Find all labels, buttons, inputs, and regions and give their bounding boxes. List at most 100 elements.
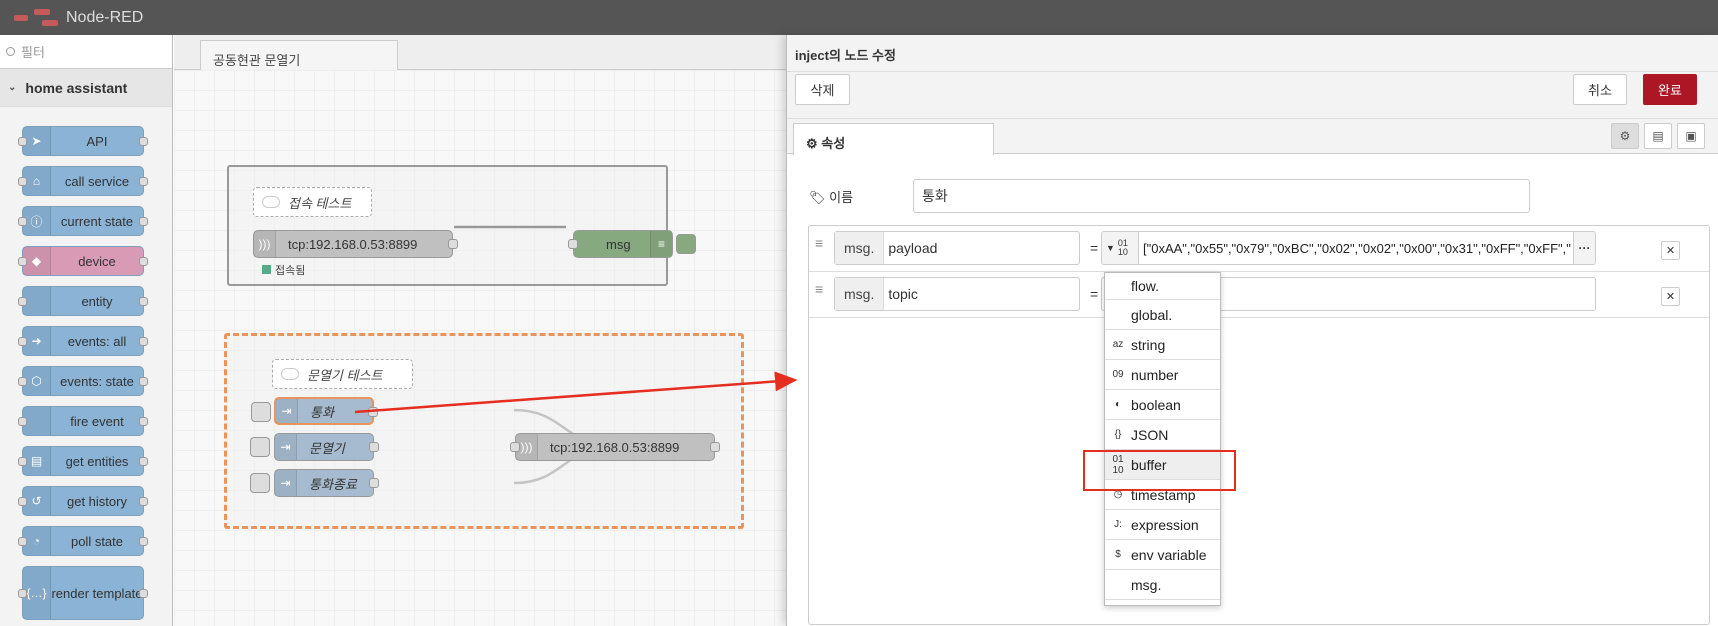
output-port[interactable] [369,442,379,452]
type-option-string[interactable]: az string [1105,330,1220,360]
comment-node[interactable]: 문열기 테스트 [272,359,413,389]
property-key-input[interactable]: msg. topic [834,277,1080,311]
tray-tabs: ⚙ 속성 ⚙ ▤ ▣ [787,119,1718,155]
palette-node-events-state[interactable]: ⬡ events: state [18,366,148,396]
input-port[interactable] [18,137,27,146]
property-key-input[interactable]: msg. payload [834,231,1080,265]
remove-property-button[interactable]: ✕ [1661,241,1680,260]
tab-properties[interactable]: ⚙ 속성 [793,123,994,155]
name-input[interactable]: 통화 [913,179,1530,213]
description-doc-icon[interactable]: ▤ [1644,123,1672,149]
property-value-input[interactable]: ▼ 01 10 ["0xAA","0x55","0x79","0xBC","0x0… [1101,231,1596,265]
output-port[interactable] [139,497,148,506]
appearance-frame-icon[interactable]: ▣ [1677,123,1705,149]
type-option-boolean[interactable]: ◐ boolean [1105,390,1220,420]
type-option-env-variable[interactable]: $ env variable [1105,540,1220,570]
drag-handle-icon[interactable]: ≡ [815,282,827,296]
palette-node-get-entities[interactable]: ▤ get entities [18,446,148,476]
cancel-button[interactable]: 취소 [1573,74,1627,105]
palette-node-device[interactable]: ◆ device [18,246,148,276]
palette-node-current-state[interactable]: ⓘ current state [18,206,148,236]
tag-icon: 🏷 [809,190,826,205]
remove-property-button[interactable]: ✕ [1661,287,1680,306]
inject-button[interactable] [250,437,270,457]
expand-editor-button[interactable]: ··· [1573,232,1595,264]
type-icon: $ [1115,549,1121,560]
type-option-number[interactable]: 09 number [1105,360,1220,390]
output-port[interactable] [710,442,720,452]
output-port[interactable] [139,217,148,226]
input-port[interactable] [18,457,27,466]
caret-down-icon: ▼ [1106,243,1115,253]
output-port[interactable] [139,337,148,346]
buffer-type-icon: 01 10 [1117,238,1128,257]
input-port[interactable] [510,442,520,452]
tcp-out-node[interactable]: ))) tcp:192.168.0.53:8899 [510,433,720,461]
output-port[interactable] [139,257,148,266]
name-label: 🏷 이름 [809,190,854,205]
palette-category-header[interactable]: ⌄ home assistant [0,69,172,107]
done-button[interactable]: 완료 [1643,74,1697,105]
antenna-icon [23,407,51,435]
input-port[interactable] [18,537,27,546]
output-port[interactable] [369,478,379,488]
palette-node-fire-event[interactable]: fire event [18,406,148,436]
palette-node-call-service[interactable]: ⌂ call service [18,166,148,196]
input-port[interactable] [18,377,27,386]
inject-button[interactable] [250,473,270,493]
output-port[interactable] [139,457,148,466]
output-port[interactable] [139,589,148,598]
type-option-global[interactable]: global. [1105,300,1220,330]
palette-node-render-template[interactable]: {…} render template [18,566,148,620]
settings-gear-icon[interactable]: ⚙ [1611,123,1639,149]
palette-node-get-history[interactable]: ↺ get history [18,486,148,516]
output-port[interactable] [139,377,148,386]
type-dropdown-menu: flow. global. az string 09 number ◐ boolean{} JS… [1104,272,1221,606]
type-icon: J: [1114,519,1122,530]
output-port[interactable] [368,407,378,417]
input-port[interactable] [18,337,27,346]
type-option-expression[interactable]: J: expression [1105,510,1220,540]
history-icon: ↺ [23,487,51,515]
type-option-msg[interactable]: msg. [1105,570,1220,600]
output-port[interactable] [139,297,148,306]
workspace-canvas[interactable]: 접속 테스트 ))) tcp:192.168.0.53:8899 접속됨 msg… [174,70,786,626]
input-port[interactable] [18,217,27,226]
input-port[interactable] [18,177,27,186]
inject-node-end-call[interactable]: ⇥ 통화종료 [250,469,379,497]
tab-flow[interactable]: 공동현관 문열기 [200,40,398,71]
edit-tray: inject의 노드 수정 삭제 취소 완료 ⚙ 속성 ⚙ ▤ ▣ 🏷 이름 통… [786,35,1718,626]
inject-button[interactable] [251,402,271,422]
gear-icon: ⚙ [806,136,818,151]
hexagon-icon: ⬡ [23,367,51,395]
input-port[interactable] [18,497,27,506]
node-palette: 필터 ⌄ home assistant ➤ API ⌂ call service ⓘ cu… [0,35,173,626]
type-option-flow[interactable]: flow. [1105,273,1220,300]
palette-filter-input[interactable]: 필터 [0,35,172,69]
annotation-highlight-box [1083,450,1236,491]
type-icon: {} [1114,429,1122,440]
send-icon: ➤ [23,127,51,155]
palette-node-entity[interactable]: entity [18,286,148,316]
type-selector-button[interactable]: ▼ 01 10 [1102,232,1139,264]
output-port[interactable] [139,417,148,426]
input-port[interactable] [18,257,27,266]
input-port[interactable] [18,589,27,598]
type-option-json[interactable]: {} JSON [1105,420,1220,450]
palette-node-poll-state[interactable]: ◔ poll state [18,526,148,556]
inject-node-call[interactable]: ⇥ 통화 [251,397,378,425]
delete-button[interactable]: 삭제 [795,74,850,105]
workspace-tabbar: 공동현관 문열기 [174,35,786,71]
drag-handle-icon[interactable]: ≡ [815,236,827,250]
palette-node-events-all[interactable]: ➜ events: all [18,326,148,356]
inject-node-open-door[interactable]: ⇥ 문열기 [250,433,379,461]
input-port[interactable] [18,297,27,306]
palette-node-api[interactable]: ➤ API [18,126,148,156]
output-port[interactable] [139,137,148,146]
output-port[interactable] [139,537,148,546]
input-port[interactable] [18,417,27,426]
property-row: ≡ msg. payload = ▼ 01 10 ["0xAA","0x55","… [809,226,1709,272]
router-icon: ⌂ [23,167,51,195]
type-icon: az [1112,339,1124,350]
output-port[interactable] [139,177,148,186]
